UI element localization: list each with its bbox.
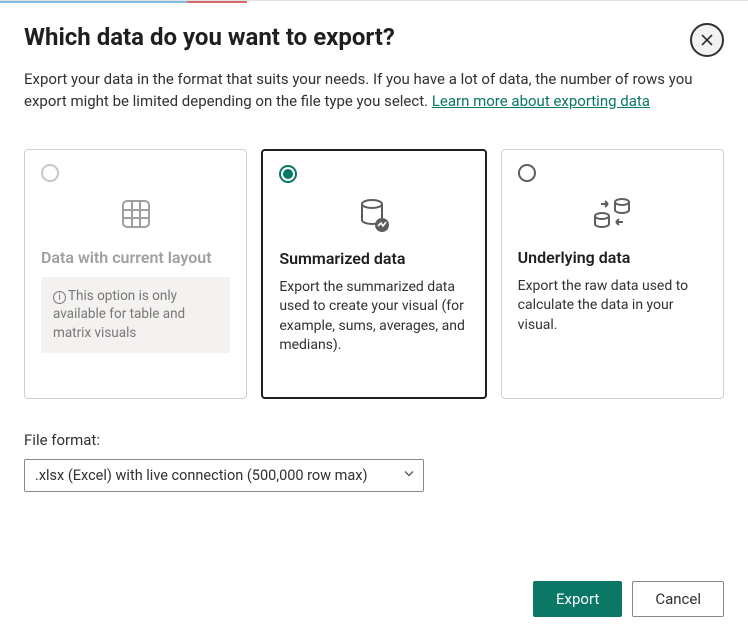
grid-table-icon	[41, 190, 230, 238]
cancel-button[interactable]: Cancel	[632, 581, 724, 617]
card-title-summarized: Summarized data	[279, 249, 468, 268]
file-format-label: File format:	[24, 431, 724, 449]
card-data-with-current-layout: Data with current layout iThis option is…	[24, 149, 247, 399]
learn-more-link[interactable]: Learn more about exporting data	[432, 92, 650, 110]
close-icon	[699, 32, 715, 48]
info-icon: i	[53, 291, 66, 304]
close-button[interactable]	[690, 23, 724, 57]
chevron-down-icon	[403, 467, 415, 484]
top-accent-bar	[0, 1, 748, 3]
card-title-underlying: Underlying data	[518, 248, 707, 267]
file-format-select[interactable]: .xlsx (Excel) with live connection (500,…	[24, 459, 424, 492]
file-format-value: .xlsx (Excel) with live connection (500,…	[35, 467, 368, 484]
card-note-layout: iThis option is only available for table…	[41, 277, 230, 354]
card-desc-underlying: Export the raw data used to calculate th…	[518, 277, 707, 336]
dialog-footer: Export Cancel	[533, 581, 724, 617]
page-title: Which data do you want to export?	[24, 23, 395, 51]
database-transfer-icon	[518, 190, 707, 238]
radio-layout	[41, 164, 59, 182]
card-title-layout: Data with current layout	[41, 248, 230, 267]
radio-summarized[interactable]	[279, 165, 297, 183]
card-summarized-data[interactable]: Summarized data Export the summarized da…	[261, 149, 486, 399]
description-text: Export your data in the format that suit…	[24, 69, 724, 113]
card-note-text: This option is only available for table …	[53, 288, 185, 342]
database-chart-icon	[279, 191, 468, 239]
card-underlying-data[interactable]: Underlying data Export the raw data used…	[501, 149, 724, 399]
export-option-cards: Data with current layout iThis option is…	[24, 149, 724, 399]
card-desc-summarized: Export the summarized data used to creat…	[279, 278, 468, 356]
radio-underlying[interactable]	[518, 164, 536, 182]
export-button[interactable]: Export	[533, 581, 622, 617]
